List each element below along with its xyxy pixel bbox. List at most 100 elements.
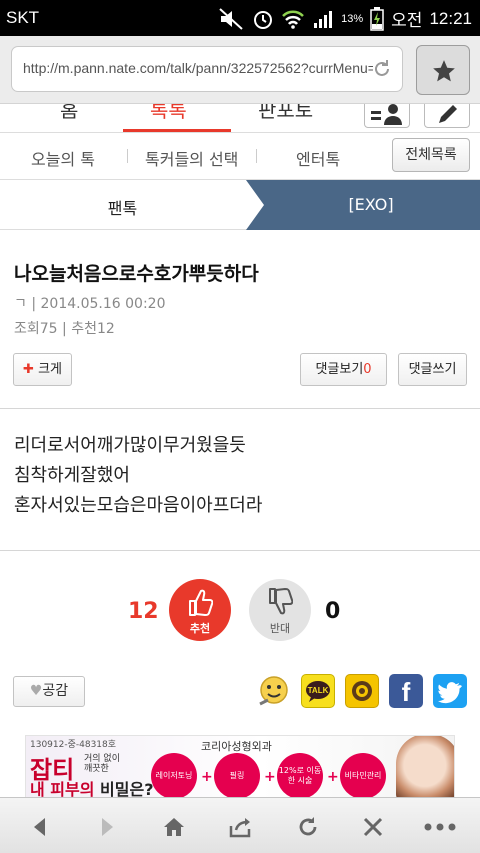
emoticon-icon bbox=[259, 676, 288, 706]
ad-banner[interactable]: 130912-중-48318호 잡티 거의 없이 깨끗한 내 피부의 비밀은? … bbox=[25, 735, 455, 798]
ad-subline: 내 피부의 비밀은? bbox=[30, 776, 154, 798]
facebook-icon: f bbox=[401, 677, 411, 707]
thumbs-up-icon bbox=[189, 589, 213, 616]
carrier-label: SKT bbox=[6, 8, 40, 27]
content-line: 리더로서어깨가많이무거웠을듯 bbox=[14, 435, 246, 456]
ad-plus: + bbox=[201, 769, 213, 785]
bookmark-button[interactable] bbox=[416, 45, 470, 95]
user-icon bbox=[371, 104, 402, 125]
twitter-share-button[interactable] bbox=[433, 674, 467, 708]
post-author: ㄱ bbox=[14, 296, 27, 312]
ad-subline-b: 비밀은? bbox=[100, 780, 154, 798]
post-stats: 조회75 | 추천12 bbox=[14, 318, 115, 338]
content-line: 혼자서있는모습은마음이아프더라 bbox=[14, 495, 263, 516]
post-content: 리더로서어깨가많이무거웠을듯 침착하게잘했어 혼자서있는모습은마음이아프더라 bbox=[14, 431, 262, 521]
meta-separator: | bbox=[31, 296, 37, 312]
bigger-text-button[interactable]: ✚ 크게 bbox=[13, 353, 72, 386]
pencil-icon bbox=[439, 105, 457, 123]
nav-talktalk[interactable]: 톡톡 bbox=[150, 104, 187, 123]
kakaostory-share-button[interactable] bbox=[345, 674, 379, 708]
ad-plus: + bbox=[264, 769, 276, 785]
bigger-text-label: 크게 bbox=[38, 362, 62, 377]
back-icon[interactable] bbox=[27, 814, 53, 840]
subnav-today-talk[interactable]: 오늘의 톡 bbox=[31, 146, 95, 170]
plus-icon: ✚ bbox=[23, 362, 34, 377]
post-datetime: 2014.05.16 00:20 bbox=[40, 296, 166, 312]
battery-charging-icon bbox=[370, 6, 384, 31]
comment-write-button[interactable]: 댓글쓰기 bbox=[398, 353, 467, 386]
kakaotalk-icon: TALK bbox=[306, 681, 330, 702]
oppose-count: 0 bbox=[325, 599, 341, 624]
meta-separator: | bbox=[62, 321, 67, 337]
post-views: 조회75 bbox=[14, 321, 58, 337]
refresh-icon[interactable] bbox=[295, 814, 321, 840]
ad-step: 필링 bbox=[214, 753, 260, 797]
empathy-button[interactable]: ♥공감 bbox=[13, 676, 85, 707]
subnav-divider bbox=[127, 149, 128, 163]
forward-icon[interactable] bbox=[94, 814, 120, 840]
ad-step: 레이저토닝 bbox=[151, 753, 197, 797]
sub-nav: 오늘의 톡 톡커들의 선택 엔터톡 전체목록 bbox=[0, 132, 480, 180]
recommend-button[interactable]: 추천 bbox=[169, 579, 231, 641]
ad-clinic: 코리아성형외과 bbox=[201, 740, 272, 753]
comment-view-label: 댓글보기 bbox=[315, 362, 364, 377]
signal-icon bbox=[314, 10, 333, 28]
write-button[interactable] bbox=[424, 104, 470, 128]
status-bar: SKT 13% 오전 12:21 bbox=[0, 0, 480, 36]
star-icon bbox=[433, 60, 455, 82]
status-icons: 13% 오전 12:21 bbox=[219, 6, 472, 31]
share-icon[interactable] bbox=[228, 814, 254, 840]
kakaotalk-share-button[interactable]: TALK bbox=[301, 674, 335, 708]
ad-tagline: 거의 없이 깨끗한 bbox=[84, 754, 120, 774]
oppose-label: 반대 bbox=[269, 622, 291, 635]
content-divider bbox=[0, 408, 480, 409]
ad-step: 12%로 이동한 시술 bbox=[277, 753, 323, 797]
comment-view-button[interactable]: 댓글보기0 bbox=[300, 353, 387, 386]
facebook-share-button[interactable]: f bbox=[389, 674, 423, 708]
status-time: 12:21 bbox=[429, 8, 472, 28]
comment-count: 0 bbox=[363, 362, 372, 377]
subnav-divider bbox=[256, 149, 257, 163]
kakaostory-icon bbox=[352, 681, 372, 701]
ad-plus: + bbox=[327, 769, 339, 785]
breadcrumb-board[interactable]: [EXO] bbox=[262, 195, 480, 214]
ad-model-image bbox=[396, 736, 454, 797]
wifi-icon bbox=[282, 10, 305, 29]
top-nav: 홈 톡톡 판포토 bbox=[0, 104, 480, 132]
heart-icon: ♥ bbox=[29, 683, 43, 699]
url-text[interactable]: http://m.pann.nate.com/talk/pann/3225725… bbox=[23, 60, 373, 76]
url-field[interactable]: http://m.pann.nate.com/talk/pann/3225725… bbox=[11, 46, 403, 92]
nav-pann-photo[interactable]: 판포토 bbox=[258, 104, 313, 123]
thumbs-down-icon bbox=[269, 588, 293, 615]
post-author-date: ㄱ | 2014.05.16 00:20 bbox=[14, 293, 165, 313]
reload-icon[interactable] bbox=[372, 59, 392, 79]
emoticon-share-button[interactable] bbox=[256, 674, 290, 708]
browser-toolbar bbox=[0, 797, 480, 853]
twitter-icon bbox=[438, 682, 462, 704]
recommend-label: 추천 bbox=[189, 622, 211, 635]
post-recommends: 추천12 bbox=[71, 321, 115, 337]
empathy-label: 공감 bbox=[42, 683, 69, 699]
post-title: 나오늘처음으로수호가뿌듯하다 bbox=[14, 263, 259, 285]
alarm-icon bbox=[254, 10, 273, 29]
ad-code: 130912-중-48318호 bbox=[30, 740, 117, 750]
oppose-button[interactable]: 반대 bbox=[249, 579, 311, 641]
my-page-button[interactable] bbox=[364, 104, 410, 128]
nav-home[interactable]: 홈 bbox=[60, 104, 78, 123]
close-icon[interactable] bbox=[360, 814, 386, 840]
subnav-talkers-choice[interactable]: 톡커들의 선택 bbox=[145, 146, 238, 170]
more-icon[interactable] bbox=[423, 814, 457, 840]
browser-address-bar: http://m.pann.nate.com/talk/pann/3225725… bbox=[0, 36, 480, 104]
kakaotalk-text: TALK bbox=[308, 686, 329, 695]
ad-step: 비타민관리 bbox=[340, 753, 386, 797]
content-divider bbox=[0, 550, 480, 551]
ad-subline-a: 내 피부의 bbox=[30, 780, 101, 798]
battery-percent: 13% bbox=[341, 12, 364, 25]
subnav-enter-talk[interactable]: 엔터톡 bbox=[296, 146, 340, 170]
breadcrumb-section[interactable]: 팬톡 bbox=[0, 195, 245, 219]
all-list-button[interactable]: 전체목록 bbox=[392, 138, 470, 172]
content-line: 침착하게잘했어 bbox=[14, 465, 130, 486]
home-icon[interactable] bbox=[161, 814, 187, 840]
breadcrumb: 팬톡 [EXO] bbox=[0, 180, 480, 230]
status-ampm: 오전 bbox=[391, 11, 423, 30]
